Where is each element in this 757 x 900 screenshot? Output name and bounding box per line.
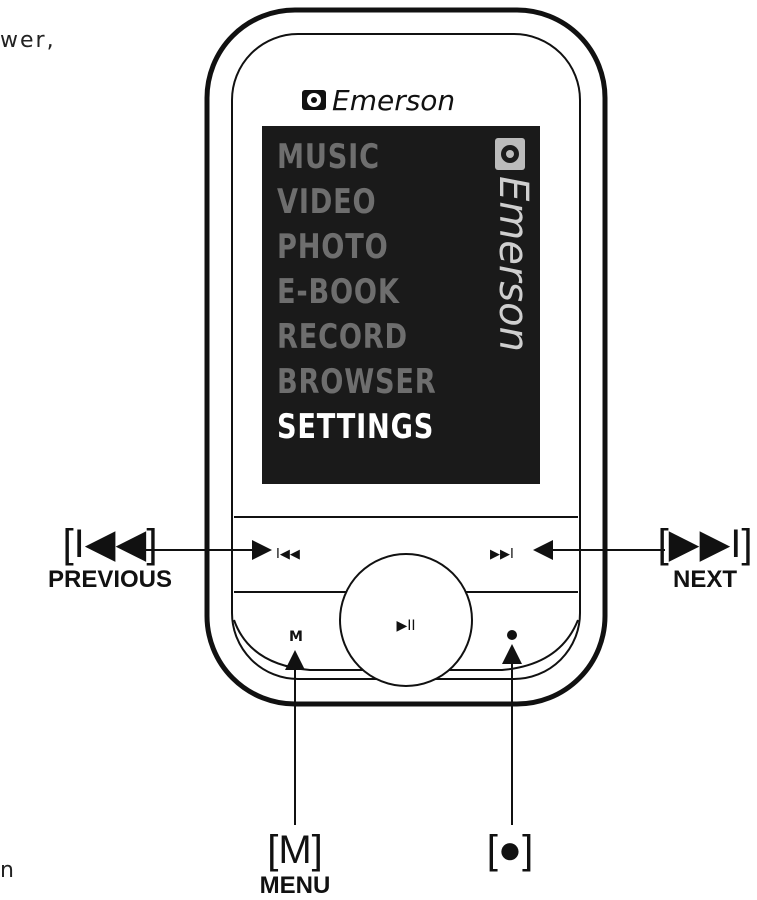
device-diagram: Emerson Emerson ▶II I◀◀ ▶▶I M xyxy=(140,7,665,825)
next-button[interactable]: ▶▶I xyxy=(490,547,514,562)
brand-logo-text: Emerson xyxy=(332,84,455,117)
callout-menu-symbol: [M] xyxy=(267,828,323,872)
menu-item-settings[interactable]: SETTINGS xyxy=(277,407,434,447)
menu-item-record[interactable]: RECORD xyxy=(277,317,408,357)
menu-item-browser[interactable]: BROWSER xyxy=(277,362,437,402)
screen-side-logo-text: Emerson xyxy=(490,176,536,352)
record-button[interactable] xyxy=(507,630,517,640)
menu-item-photo[interactable]: PHOTO xyxy=(277,227,389,267)
callout-previous: [I◀◀] PREVIOUS xyxy=(30,522,190,594)
menu-button[interactable]: M xyxy=(289,629,303,645)
callout-previous-label: PREVIOUS xyxy=(47,566,173,593)
menu-item-e-book[interactable]: E-BOOK xyxy=(277,272,400,312)
callout-previous-symbol: [I◀◀] xyxy=(62,522,158,566)
menu-item-music[interactable]: MUSIC xyxy=(277,137,380,177)
callout-record: [●] xyxy=(460,828,560,872)
callout-record-symbol: [●] xyxy=(486,828,534,872)
previous-button[interactable]: I◀◀ xyxy=(276,547,300,562)
menu-item-video[interactable]: VIDEO xyxy=(277,182,376,222)
callout-next: [▶▶I] NEXT xyxy=(650,522,757,594)
play-pause-icon: ▶II xyxy=(396,618,415,634)
callout-menu: [M] MENU xyxy=(240,828,350,900)
callout-menu-label: MENU xyxy=(259,872,331,899)
callout-next-symbol: [▶▶I] xyxy=(657,522,753,566)
callout-next-label: NEXT xyxy=(672,566,737,593)
